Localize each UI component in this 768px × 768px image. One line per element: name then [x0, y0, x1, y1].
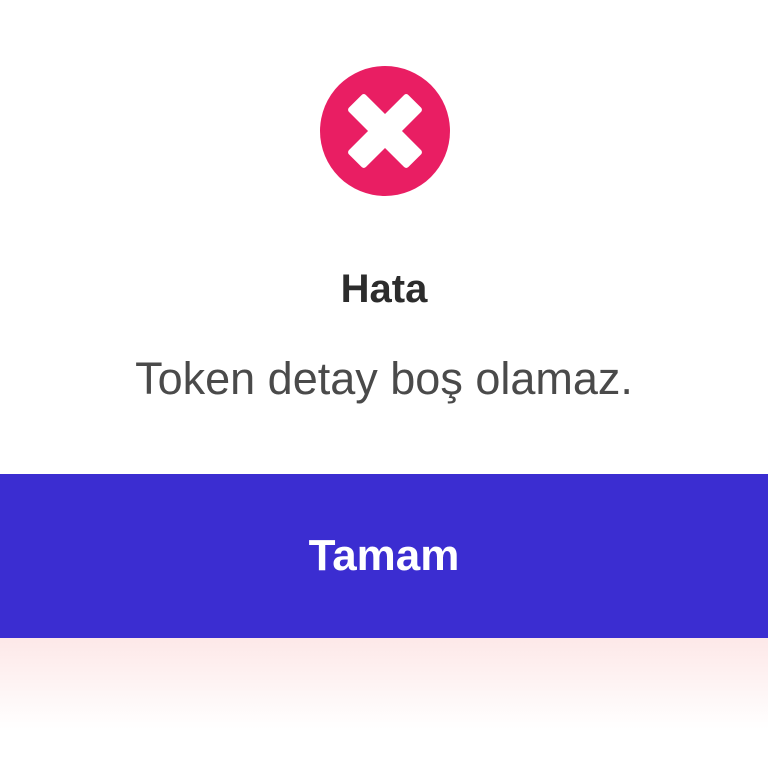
backdrop-overlay	[0, 638, 768, 768]
dialog-message: Token detay boş olamaz.	[135, 353, 633, 404]
error-dialog: Hata Token detay boş olamaz. Tamam	[0, 0, 768, 640]
dialog-title: Hata	[340, 267, 428, 311]
error-x-icon	[320, 66, 450, 196]
ok-button[interactable]: Tamam	[0, 474, 768, 638]
